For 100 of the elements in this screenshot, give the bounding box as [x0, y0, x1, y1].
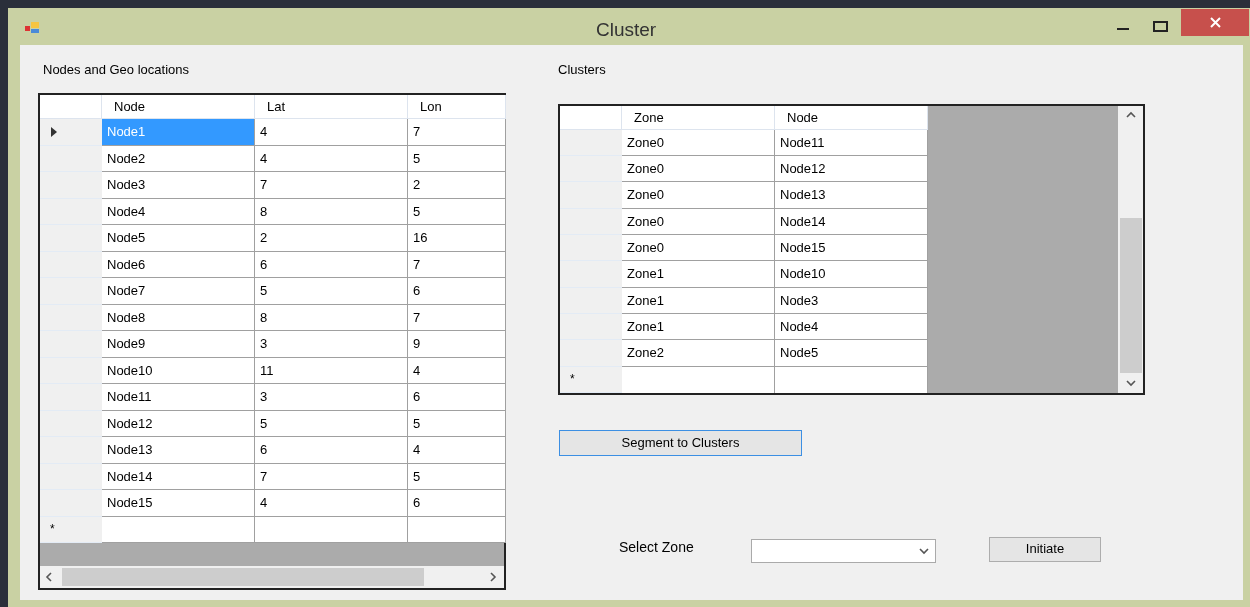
close-button[interactable] — [1181, 9, 1249, 36]
table-cell[interactable]: Zone0 — [622, 182, 775, 209]
table-cell[interactable]: 4 — [255, 119, 408, 146]
table-cell[interactable]: 11 — [255, 357, 408, 384]
scroll-down-icon[interactable] — [1124, 377, 1137, 389]
table-cell[interactable]: Node3 — [102, 172, 255, 199]
row-header[interactable] — [560, 129, 622, 157]
row-header[interactable] — [560, 314, 622, 341]
table-cell[interactable]: 7 — [408, 119, 506, 146]
column-header[interactable]: Zone — [622, 106, 775, 130]
row-header[interactable] — [40, 490, 102, 517]
table-cell[interactable]: 3 — [255, 384, 408, 411]
scrollbar-thumb[interactable] — [62, 568, 424, 586]
horizontal-scrollbar[interactable] — [40, 566, 504, 588]
column-header[interactable]: Node — [775, 106, 928, 130]
row-header[interactable] — [40, 198, 102, 225]
row-header[interactable] — [40, 357, 102, 384]
table-cell[interactable]: Zone1 — [622, 287, 775, 314]
table-cell[interactable]: Zone0 — [622, 156, 775, 183]
row-header[interactable] — [40, 119, 102, 146]
table-cell[interactable]: 8 — [255, 198, 408, 225]
table-cell[interactable]: Node3 — [775, 287, 928, 314]
table-cell[interactable] — [255, 516, 408, 543]
row-header[interactable] — [560, 261, 622, 288]
table-cell[interactable]: 8 — [255, 304, 408, 331]
table-cell[interactable]: 6 — [255, 251, 408, 278]
table-cell[interactable]: Zone0 — [622, 235, 775, 262]
row-header[interactable] — [560, 235, 622, 262]
table-cell[interactable]: 6 — [408, 384, 506, 411]
table-cell[interactable]: 5 — [408, 463, 506, 490]
table-cell[interactable]: Node12 — [775, 156, 928, 183]
table-cell[interactable]: Node10 — [102, 357, 255, 384]
table-cell[interactable]: 6 — [408, 490, 506, 517]
table-cell[interactable] — [102, 516, 255, 543]
table-cell[interactable]: 5 — [408, 198, 506, 225]
row-header[interactable]: * — [40, 516, 102, 543]
table-cell[interactable]: Node14 — [775, 208, 928, 236]
table-cell[interactable]: Zone0 — [622, 208, 775, 236]
row-header[interactable] — [560, 156, 622, 183]
table-cell[interactable]: Node6 — [102, 251, 255, 278]
table-cell[interactable]: Node8 — [102, 304, 255, 331]
table-cell[interactable]: Node13 — [775, 182, 928, 209]
table-cell[interactable]: 7 — [255, 463, 408, 490]
row-header[interactable] — [560, 340, 622, 367]
table-cell[interactable]: Node12 — [102, 410, 255, 437]
row-header[interactable] — [40, 410, 102, 437]
scrollbar-thumb[interactable] — [1119, 218, 1142, 373]
table-cell[interactable]: 5 — [255, 410, 408, 437]
vertical-scrollbar[interactable] — [1118, 106, 1143, 393]
row-header[interactable] — [40, 278, 102, 305]
row-header[interactable] — [560, 287, 622, 314]
table-cell[interactable]: Zone1 — [622, 261, 775, 288]
table-cell[interactable]: Node5 — [775, 340, 928, 367]
row-header[interactable] — [40, 437, 102, 464]
table-cell[interactable]: 5 — [408, 145, 506, 172]
table-cell[interactable]: Zone2 — [622, 340, 775, 367]
row-header[interactable] — [40, 304, 102, 331]
table-cell[interactable]: Node10 — [775, 261, 928, 288]
table-cell[interactable]: 3 — [255, 331, 408, 358]
table-cell[interactable]: Node7 — [102, 278, 255, 305]
table-cell[interactable]: 5 — [255, 278, 408, 305]
table-cell[interactable]: 16 — [408, 225, 506, 252]
table-cell[interactable]: Node9 — [102, 331, 255, 358]
table-cell[interactable]: 4 — [255, 490, 408, 517]
table-cell[interactable]: 7 — [408, 304, 506, 331]
column-header[interactable]: Lat — [255, 95, 408, 119]
row-header[interactable] — [40, 145, 102, 172]
table-cell[interactable]: 2 — [255, 225, 408, 252]
table-cell[interactable]: 7 — [408, 251, 506, 278]
row-header[interactable] — [560, 182, 622, 209]
row-header[interactable] — [40, 172, 102, 199]
table-cell[interactable] — [622, 366, 775, 393]
table-cell[interactable]: Node4 — [775, 314, 928, 341]
table-cell[interactable]: 6 — [408, 278, 506, 305]
table-cell[interactable]: 7 — [255, 172, 408, 199]
table-cell[interactable]: Node14 — [102, 463, 255, 490]
column-header[interactable]: Lon — [408, 95, 506, 119]
initiate-button[interactable]: Initiate — [989, 536, 1101, 562]
row-header[interactable] — [40, 384, 102, 411]
table-cell[interactable]: Node5 — [102, 225, 255, 252]
table-cell[interactable]: Zone1 — [622, 314, 775, 341]
table-cell[interactable]: Node11 — [102, 384, 255, 411]
table-cell[interactable]: 5 — [408, 410, 506, 437]
table-cell[interactable]: Node4 — [102, 198, 255, 225]
table-cell[interactable] — [775, 366, 928, 393]
table-cell[interactable]: Node15 — [102, 490, 255, 517]
table-cell[interactable]: 4 — [408, 357, 506, 384]
row-header[interactable] — [40, 251, 102, 278]
table-cell[interactable] — [408, 516, 506, 543]
row-header[interactable] — [40, 463, 102, 490]
row-header[interactable]: * — [560, 366, 622, 393]
table-cell[interactable]: 6 — [255, 437, 408, 464]
table-cell[interactable]: Zone0 — [622, 129, 775, 157]
table-cell[interactable]: 4 — [255, 145, 408, 172]
table-cell[interactable]: Node15 — [775, 235, 928, 262]
table-cell[interactable]: 2 — [408, 172, 506, 199]
row-header[interactable] — [560, 208, 622, 236]
table-cell[interactable]: Node2 — [102, 145, 255, 172]
table-cell[interactable]: 9 — [408, 331, 506, 358]
table-cell[interactable]: Node11 — [775, 129, 928, 157]
